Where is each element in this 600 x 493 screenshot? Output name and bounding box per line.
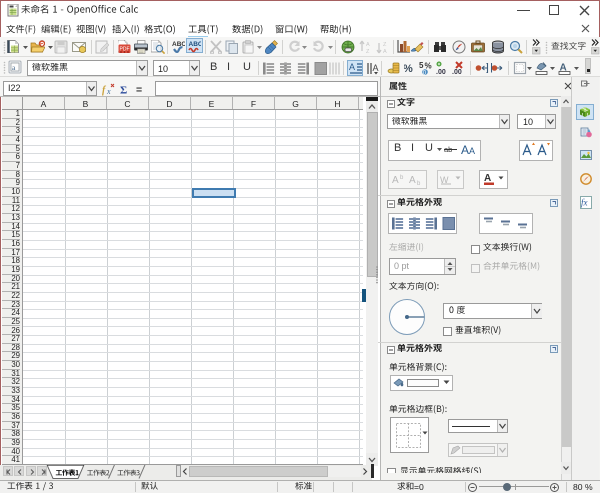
svg-text:A: A <box>469 146 475 156</box>
svg-text:A: A <box>484 173 491 184</box>
svg-text:A: A <box>409 175 416 186</box>
svg-text:b: b <box>400 175 404 181</box>
svg-text:ABC: ABC <box>172 41 185 48</box>
svg-text:ABC: ABC <box>189 41 202 48</box>
svg-text:=: = <box>136 84 142 96</box>
svg-text:A: A <box>349 62 355 72</box>
svg-text:.00: .00 <box>452 69 462 75</box>
svg-text:Z: Z <box>383 42 387 48</box>
svg-text:Z: Z <box>366 49 370 54</box>
svg-text:%: % <box>425 62 432 71</box>
svg-text:=0: =0 <box>414 482 424 492</box>
svg-text:A: A <box>383 49 387 54</box>
svg-text:A: A <box>373 63 379 73</box>
svg-text:fx: fx <box>581 198 588 208</box>
svg-text:A: A <box>366 42 370 48</box>
svg-text:%: % <box>404 63 413 75</box>
svg-text:b: b <box>417 181 421 186</box>
svg-text:A: A <box>392 175 399 186</box>
svg-text:A: A <box>461 143 469 157</box>
svg-text:.00: .00 <box>436 69 446 75</box>
svg-text:Σ: Σ <box>120 85 127 97</box>
svg-text:5: 5 <box>419 61 424 70</box>
svg-text:x: x <box>106 87 111 96</box>
